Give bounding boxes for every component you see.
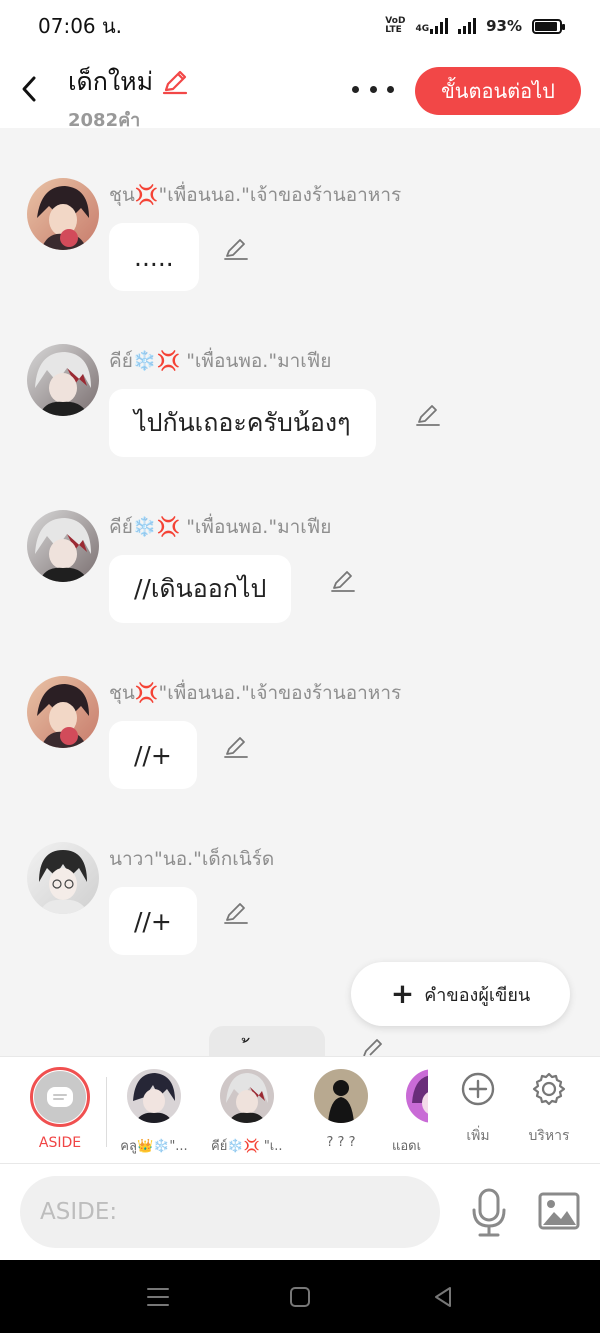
- more-options-button[interactable]: [352, 74, 394, 104]
- character-name: ? ? ?: [326, 1135, 356, 1150]
- battery-level: [535, 21, 558, 31]
- status-bar: 07:06 น. VoD LTE 4G 93%: [0, 0, 600, 52]
- aside-label: ASIDE: [38, 1135, 82, 1151]
- character-name: คีย์❄️💢 "เ...: [211, 1139, 283, 1154]
- pencil-icon[interactable]: [161, 68, 189, 96]
- message-bubble[interactable]: .....: [109, 223, 199, 291]
- aside-icon: [34, 1071, 86, 1123]
- composer: [0, 1164, 600, 1260]
- character-selector: ASIDE คลู👑❄️"... คีย์❄️💢 "เ... ? ? ? แอด…: [0, 1056, 600, 1164]
- home-icon[interactable]: [287, 1284, 313, 1310]
- next-step-button[interactable]: ขั้นตอนต่อไป: [415, 67, 581, 115]
- pencil-icon[interactable]: [223, 734, 249, 760]
- gear-icon: [532, 1072, 566, 1106]
- network-type: 4G: [415, 24, 430, 34]
- volte-bottom: LTE: [385, 25, 402, 35]
- author-note-button[interactable]: + คำของผู้เขียน: [351, 962, 570, 1026]
- story-title: เด็กใหม่: [68, 67, 154, 96]
- character-ad[interactable]: แอดเ: [392, 1069, 428, 1156]
- manage-label: บริหาร: [528, 1128, 570, 1144]
- system-nav-bar: [0, 1260, 600, 1333]
- status-icons: VoD LTE 4G 93%: [385, 17, 565, 35]
- plus-icon: +: [390, 977, 415, 1010]
- chevron-left-icon: [22, 76, 36, 102]
- character-key[interactable]: คีย์❄️💢 "เ...: [211, 1069, 283, 1156]
- add-character-button[interactable]: เพิ่ม: [448, 1071, 508, 1147]
- back-button[interactable]: [14, 72, 44, 106]
- more-dots-icon: [352, 85, 359, 93]
- add-label: เพิ่ม: [466, 1128, 490, 1144]
- avatar-chun[interactable]: [27, 676, 99, 748]
- avatar-key[interactable]: [27, 510, 99, 582]
- status-time: 07:06 น.: [38, 14, 123, 38]
- speaker-name: คีย์❄️💢 "เพื่อนพอ."มาเฟีย: [109, 350, 332, 372]
- character-name: คลู👑❄️"...: [120, 1139, 188, 1154]
- message-bubble[interactable]: //เดินออกไป: [109, 555, 292, 623]
- pencil-icon[interactable]: [360, 1036, 386, 1056]
- author-note-label: คำของผู้เขียน: [424, 984, 531, 1006]
- signal-strength-icon-1: 4G: [415, 18, 449, 34]
- message-input[interactable]: [20, 1176, 440, 1248]
- avatar-nawa[interactable]: [27, 842, 99, 914]
- menu-icon[interactable]: [145, 1284, 171, 1310]
- battery-icon: [532, 18, 565, 34]
- avatar: [220, 1069, 274, 1123]
- avatar: [406, 1069, 428, 1123]
- pencil-icon[interactable]: [330, 568, 356, 594]
- manage-characters-button[interactable]: บริหาร: [519, 1071, 579, 1147]
- plus-circle-icon: [461, 1072, 495, 1106]
- message-bubble[interactable]: ไปกันเถอะครับน้องๆ: [109, 389, 376, 457]
- back-nav-icon[interactable]: [430, 1284, 456, 1310]
- microphone-icon[interactable]: [468, 1188, 510, 1238]
- pencil-icon[interactable]: [415, 402, 441, 428]
- divider: [106, 1077, 107, 1147]
- title-block: เด็กใหม่ 2082คำ: [68, 62, 189, 134]
- volte-indicator: VoD LTE: [385, 17, 405, 35]
- aside-tab[interactable]: ASIDE: [30, 1067, 90, 1151]
- signal-strength-icon-2: [458, 18, 477, 34]
- speaker-name: ชุน💢"เพื่อนนอ."เจ้าของร้านอาหาร: [109, 184, 402, 206]
- character-name: แอดเ: [392, 1139, 422, 1154]
- speaker-name: ชุน💢"เพื่อนนอ."เจ้าของร้านอาหาร: [109, 682, 402, 704]
- avatar-chun[interactable]: [27, 178, 99, 250]
- character-klu[interactable]: คลู👑❄️"...: [118, 1069, 190, 1156]
- pencil-icon[interactable]: [223, 236, 249, 262]
- speaker-name: คีย์❄️💢 "เพื่อนพอ."มาเฟีย: [109, 516, 332, 538]
- word-count: 2082คำ: [68, 110, 141, 131]
- character-unknown[interactable]: ? ? ?: [305, 1069, 377, 1150]
- story-header: เด็กใหม่ 2082คำ ขั้นตอนต่อไป: [0, 52, 600, 131]
- pencil-icon[interactable]: [223, 900, 249, 926]
- image-icon[interactable]: [538, 1192, 580, 1230]
- message-bubble[interactable]: //+: [109, 887, 197, 955]
- avatar: [314, 1069, 368, 1123]
- avatar-key[interactable]: [27, 344, 99, 416]
- speaker-name: นาวา"นอ."เด็กเนิร์ด: [109, 848, 275, 870]
- battery-percent: 93%: [486, 17, 522, 35]
- avatar: [127, 1069, 181, 1123]
- message-bubble[interactable]: //+: [109, 721, 197, 789]
